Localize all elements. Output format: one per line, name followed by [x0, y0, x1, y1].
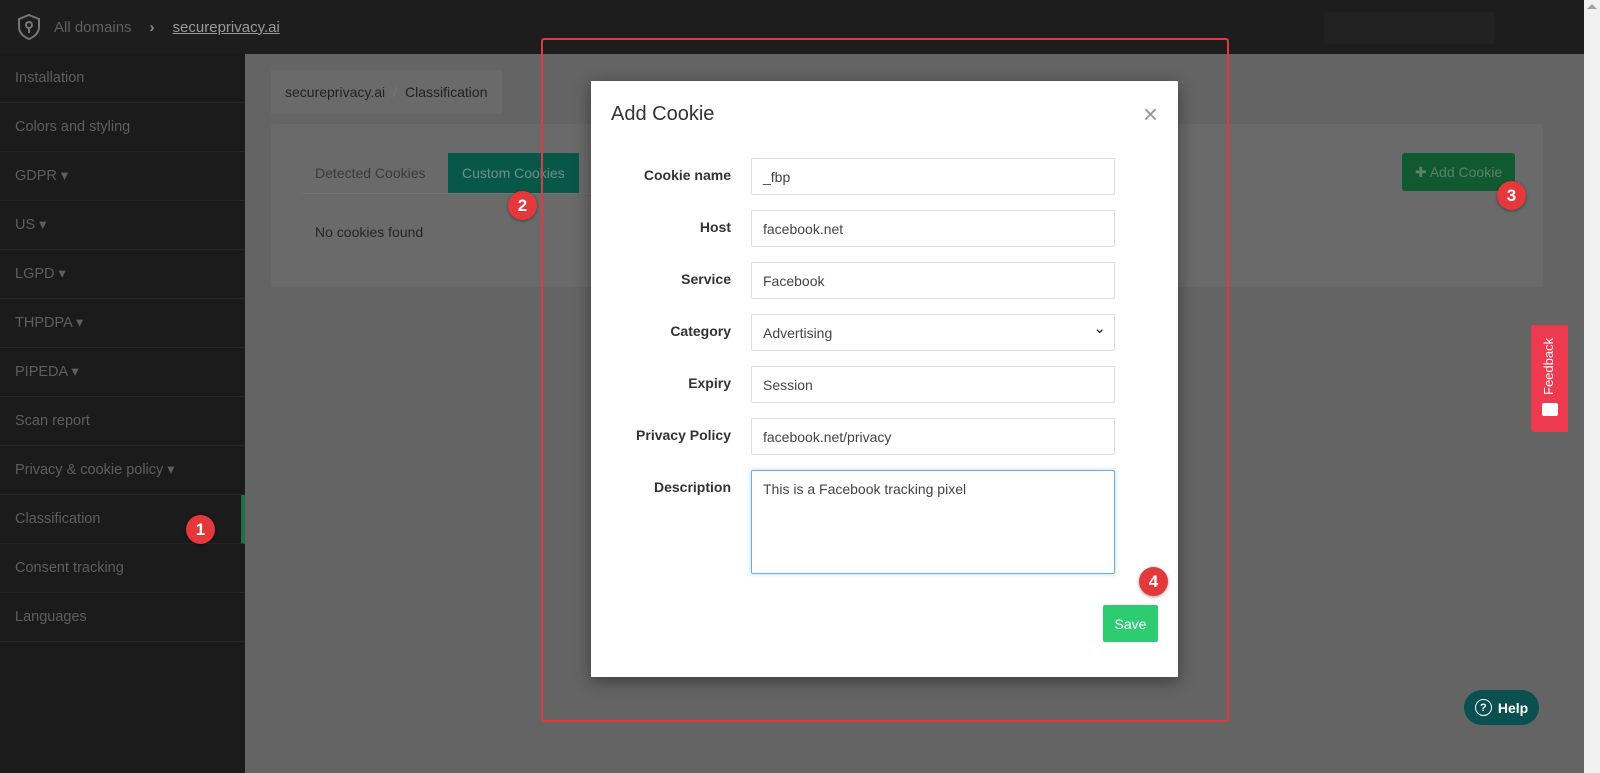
feedback-tab[interactable]: Feedback	[1531, 325, 1568, 432]
step-badge-3: 3	[1497, 181, 1526, 210]
close-icon[interactable]: ×	[1143, 99, 1158, 130]
current-domain-link[interactable]: secureprivacy.ai	[173, 19, 280, 36]
expiry-label: Expiry	[688, 375, 731, 391]
description-label: Description	[653, 479, 731, 495]
step-badge-2: 2	[508, 191, 537, 220]
add-cookie-modal: Add Cookie × Cookie name _fbp Host faceboo…	[591, 81, 1178, 677]
category-select[interactable]: Advertising	[751, 314, 1115, 351]
modal-title: Add Cookie	[611, 103, 715, 125]
service-label: Service	[681, 271, 731, 287]
all-domains-link[interactable]: All domains	[54, 19, 132, 36]
help-button[interactable]: ? Help	[1464, 690, 1539, 725]
host-label: Host	[699, 219, 731, 235]
shield-lock-logo-icon	[18, 13, 40, 41]
privacy-policy-input[interactable]: facebook.net/privacy	[751, 418, 1115, 455]
sidebar-item-colors[interactable]: Colors and styling	[0, 103, 245, 152]
feedback-label: Feedback	[1541, 337, 1556, 395]
tab-custom-cookies[interactable]: Custom Cookies	[448, 153, 579, 193]
description-textarea[interactable]: This is a Facebook tracking pixel	[751, 470, 1115, 574]
sidebar-item-pipeda[interactable]: PIPEDA ▾	[0, 348, 245, 397]
category-label: Category	[670, 323, 731, 339]
cookie-name-input[interactable]: _fbp	[751, 158, 1115, 195]
breadcrumb: secureprivacy.ai / Classification	[271, 70, 502, 114]
tab-detected-cookies[interactable]: Detected Cookies	[301, 153, 440, 193]
save-button[interactable]: Save	[1103, 605, 1158, 642]
sidebar-item-thpdpa[interactable]: THPDPA ▾	[0, 299, 245, 348]
step-badge-4: 4	[1139, 567, 1168, 596]
sidebar-item-lgpd[interactable]: LGPD ▾	[0, 250, 245, 299]
sidebar-item-consent-tracking[interactable]: Consent tracking	[0, 544, 245, 593]
sidebar-item-us[interactable]: US ▾	[0, 201, 245, 250]
sidebar-item-scan-report[interactable]: Scan report	[0, 397, 245, 446]
chevron-right-icon: ›	[149, 18, 155, 36]
breadcrumb-page: Classification	[405, 84, 488, 100]
sidebar-item-installation[interactable]: Installation	[0, 54, 245, 103]
privacy-policy-label: Privacy Policy	[636, 427, 731, 443]
expiry-input[interactable]: Session	[751, 366, 1115, 403]
add-cookie-button[interactable]: ✚ Add Cookie	[1402, 153, 1515, 191]
breadcrumb-site[interactable]: secureprivacy.ai	[285, 84, 385, 100]
top-bar: All domains › secureprivacy.ai	[0, 0, 1584, 54]
sidebar-item-gdpr[interactable]: GDPR ▾	[0, 152, 245, 201]
top-action-button[interactable]	[1324, 12, 1494, 44]
empty-message: No cookies found	[315, 224, 424, 240]
sidebar-item-languages[interactable]: Languages	[0, 593, 245, 642]
question-icon: ?	[1474, 699, 1492, 716]
cookie-name-label: Cookie name	[643, 167, 731, 183]
host-input[interactable]: facebook.net	[751, 210, 1115, 247]
scrollbar[interactable]	[1584, 0, 1600, 773]
sidebar-item-privacy-policy[interactable]: Privacy & cookie policy ▾	[0, 446, 245, 495]
service-input[interactable]: Facebook	[751, 262, 1115, 299]
sidebar: Installation Colors and styling GDPR ▾ U…	[0, 54, 245, 773]
help-label: Help	[1497, 699, 1529, 716]
feedback-face-icon	[1542, 403, 1558, 416]
step-badge-1: 1	[186, 515, 215, 544]
scroll-up-arrow-icon[interactable]	[1587, 4, 1597, 9]
breadcrumb-separator: /	[393, 84, 398, 100]
